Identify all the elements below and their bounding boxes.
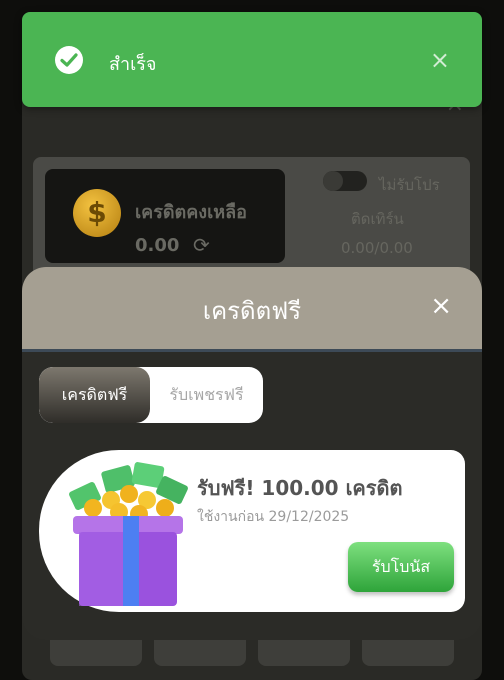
modal-close-icon[interactable]: × [430,291,452,321]
promo-toggle-label: ไม่รับโปร [379,176,440,194]
free-credit-modal: เครดิตฟรี × เครดิตฟรี รับเพชรฟรี รับฟรี!… [22,267,482,640]
coin-icon: $ [73,189,121,237]
claim-bonus-button[interactable]: รับโบนัส [348,542,454,592]
credit-balance-value: 0.00 [135,235,180,256]
promo-toggle[interactable] [323,171,367,191]
bonus-title: รับฟรี! 100.00 เครดิต [197,476,403,500]
gift-box-icon [69,462,188,606]
check-circle-icon [55,46,83,74]
bonus-card: รับฟรี! 100.00 เครดิต ใช้งานก่อน 29/12/2… [39,450,465,612]
refresh-icon[interactable]: ⟳ [193,233,210,257]
credit-summary-card: $ เครดิตคงเหลือ 0.00 ⟳ ไม่รับโปร ติดเทิร… [33,157,470,277]
turnover-value: 0.00/0.00 [341,239,413,257]
credit-balance-box: $ เครดิตคงเหลือ 0.00 ⟳ [45,169,285,263]
toast-close-icon[interactable]: × [430,46,450,74]
modal-title: เครดิตฟรี [202,297,302,325]
modal-tabs: เครดิตฟรี รับเพชรฟรี [39,367,263,423]
bonus-expiry: ใช้งานก่อน 29/12/2025 [197,509,350,525]
promo-toggle-knob [323,171,343,191]
tab-free-credit[interactable]: เครดิตฟรี [39,367,150,423]
success-toast: สำเร็จ × [22,12,482,107]
tab-free-diamond[interactable]: รับเพชรฟรี [150,367,263,423]
toast-message: สำเร็จ [109,54,157,75]
credit-balance-label: เครดิตคงเหลือ [135,202,247,223]
turnover-label: ติดเทิร์น [351,210,404,228]
modal-header: เครดิตฟรี × [22,267,482,352]
